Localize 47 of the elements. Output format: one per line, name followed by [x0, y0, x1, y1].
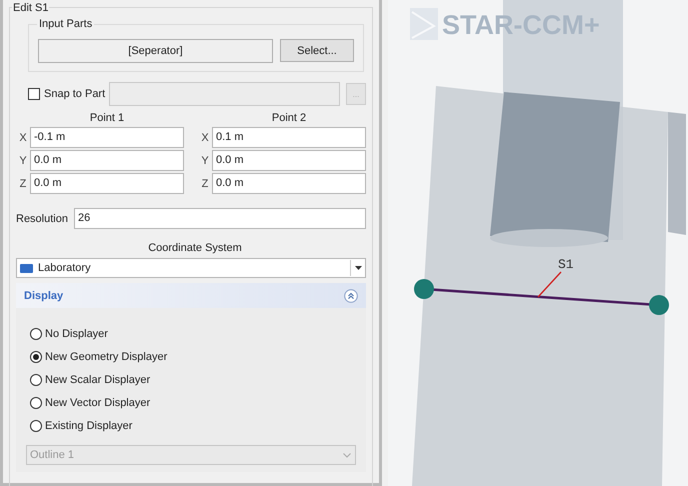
- coordinate-field[interactable]: 0.0 m: [30, 173, 184, 194]
- radio-button[interactable]: [30, 396, 42, 408]
- probe-label: S1: [558, 257, 574, 272]
- leader-line: [538, 272, 562, 298]
- axis-label: Y: [200, 154, 210, 166]
- dropdown-value: Outline 1: [29, 449, 76, 461]
- axis-label: X: [18, 132, 28, 144]
- section-header[interactable]: Display: [16, 283, 366, 308]
- checkbox[interactable]: [28, 88, 40, 100]
- axis-label: Y: [18, 154, 28, 166]
- coordinate-dropdown[interactable]: Laboratory: [16, 258, 366, 278]
- radio-label: New Geometry Displayer: [45, 350, 168, 362]
- coordinate-field[interactable]: 0.0 m: [212, 150, 366, 171]
- radio-label: Existing Displayer: [45, 420, 132, 432]
- radio-label: No Displayer: [45, 328, 108, 340]
- checkbox-label: Snap to Part: [44, 88, 106, 100]
- field-label: Coordinate System: [147, 242, 243, 256]
- radio-label: New Scalar Displayer: [45, 374, 150, 386]
- field-label: Resolution: [16, 212, 69, 224]
- coordinate-field[interactable]: -0.1 m: [30, 127, 184, 148]
- select-button[interactable]: Select...: [280, 39, 354, 62]
- coordinate-field[interactable]: 0.0 m: [30, 150, 184, 171]
- coordinate-field[interactable]: 0.1 m: [212, 127, 366, 148]
- collapse-icon[interactable]: [344, 288, 358, 302]
- section-title: Display: [24, 290, 64, 302]
- radio-label: New Vector Displayer: [45, 396, 150, 408]
- point-heading: Point 2: [270, 112, 308, 126]
- radio-button[interactable]: [30, 420, 42, 432]
- logo-text: STAR-CCM+: [442, 10, 600, 40]
- dropdown-value: Laboratory: [38, 262, 92, 274]
- coordinate-field[interactable]: 0.0 m: [212, 173, 366, 194]
- folder-icon: [20, 264, 33, 272]
- part-field[interactable]: [109, 82, 340, 106]
- radio-button[interactable]: [30, 350, 42, 362]
- axis-label: Z: [18, 178, 28, 190]
- parts-field[interactable]: [Seperator]: [38, 39, 273, 63]
- dropdown-arrow-icon[interactable]: [350, 260, 365, 276]
- axis-label: X: [200, 132, 210, 144]
- point-handle[interactable]: [649, 295, 669, 315]
- resolution-field[interactable]: 26: [74, 208, 366, 229]
- group-title: Input Parts: [37, 18, 94, 30]
- point-heading: Point 1: [88, 112, 126, 126]
- axis-label: Z: [200, 178, 210, 190]
- radio-button[interactable]: [30, 374, 42, 386]
- radio-button[interactable]: [30, 328, 42, 340]
- point-handle[interactable]: [414, 279, 434, 299]
- group-title: Edit S1: [12, 2, 50, 14]
